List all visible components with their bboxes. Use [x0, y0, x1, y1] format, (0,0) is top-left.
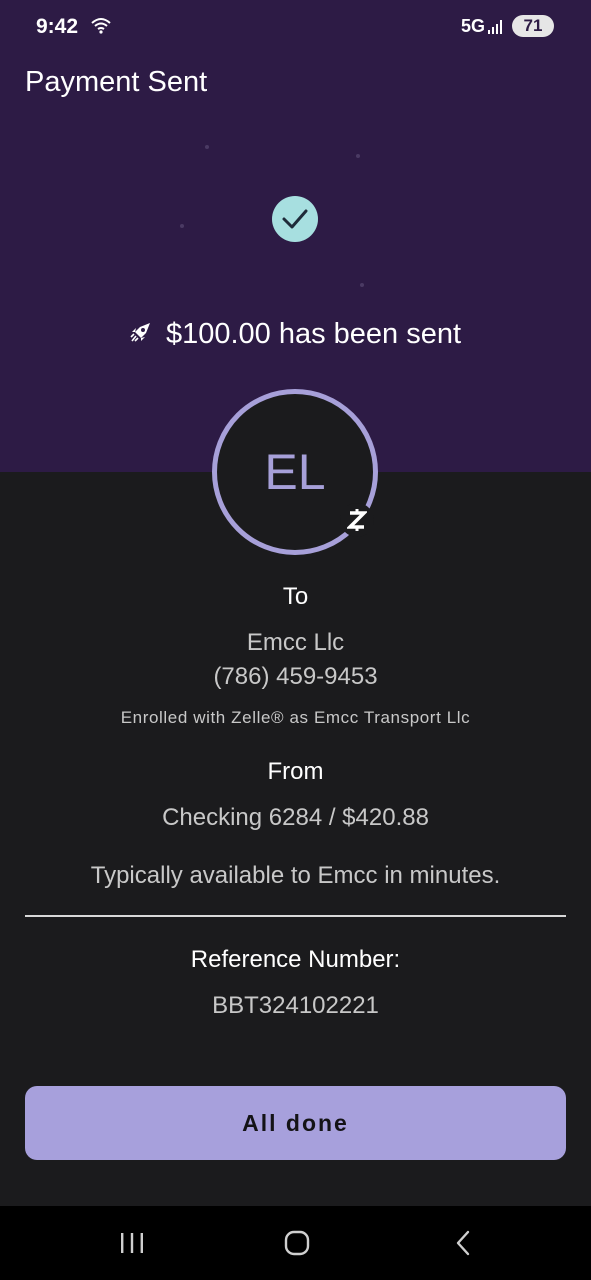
recipient-phone: (786) 459-9453	[213, 663, 378, 690]
rocket-icon	[130, 321, 152, 348]
status-bar: 9:42 5G 71	[0, 0, 591, 54]
zelle-icon	[340, 503, 374, 537]
reference-label: Reference Number:	[190, 946, 401, 973]
check-icon	[272, 196, 318, 242]
divider	[25, 915, 566, 917]
recipient-avatar: EL	[212, 389, 380, 557]
decor-dot	[205, 145, 209, 149]
to-label: To	[282, 583, 309, 610]
source-account: Checking 6284 / $420.88	[162, 804, 429, 831]
battery-icon: 71	[512, 15, 554, 37]
home-icon[interactable]	[252, 1206, 342, 1280]
all-done-button[interactable]: All done	[25, 1086, 566, 1160]
from-label: From	[267, 758, 324, 785]
page-title: Payment Sent	[25, 66, 208, 98]
network-type: 5G	[461, 16, 486, 36]
system-nav-bar	[0, 1206, 591, 1280]
sent-confirmation: $100.00 has been sent	[0, 312, 591, 356]
decor-dot	[360, 283, 364, 287]
decor-dot	[356, 154, 360, 158]
availability-note: Typically available to Emcc in minutes.	[90, 862, 501, 889]
wifi-icon	[90, 16, 112, 41]
back-icon[interactable]	[418, 1206, 508, 1280]
enrolled-note: Enrolled with Zelle® as Emcc Transport L…	[120, 708, 471, 727]
recent-apps-icon[interactable]	[87, 1206, 177, 1280]
status-time: 9:42	[36, 15, 79, 38]
sent-message: $100.00 has been sent	[165, 317, 462, 350]
reference-number: BBT324102221	[212, 992, 379, 1019]
recipient-name: Emcc Llc	[246, 629, 345, 656]
signal-icon	[487, 17, 505, 40]
decor-dot	[180, 224, 184, 228]
